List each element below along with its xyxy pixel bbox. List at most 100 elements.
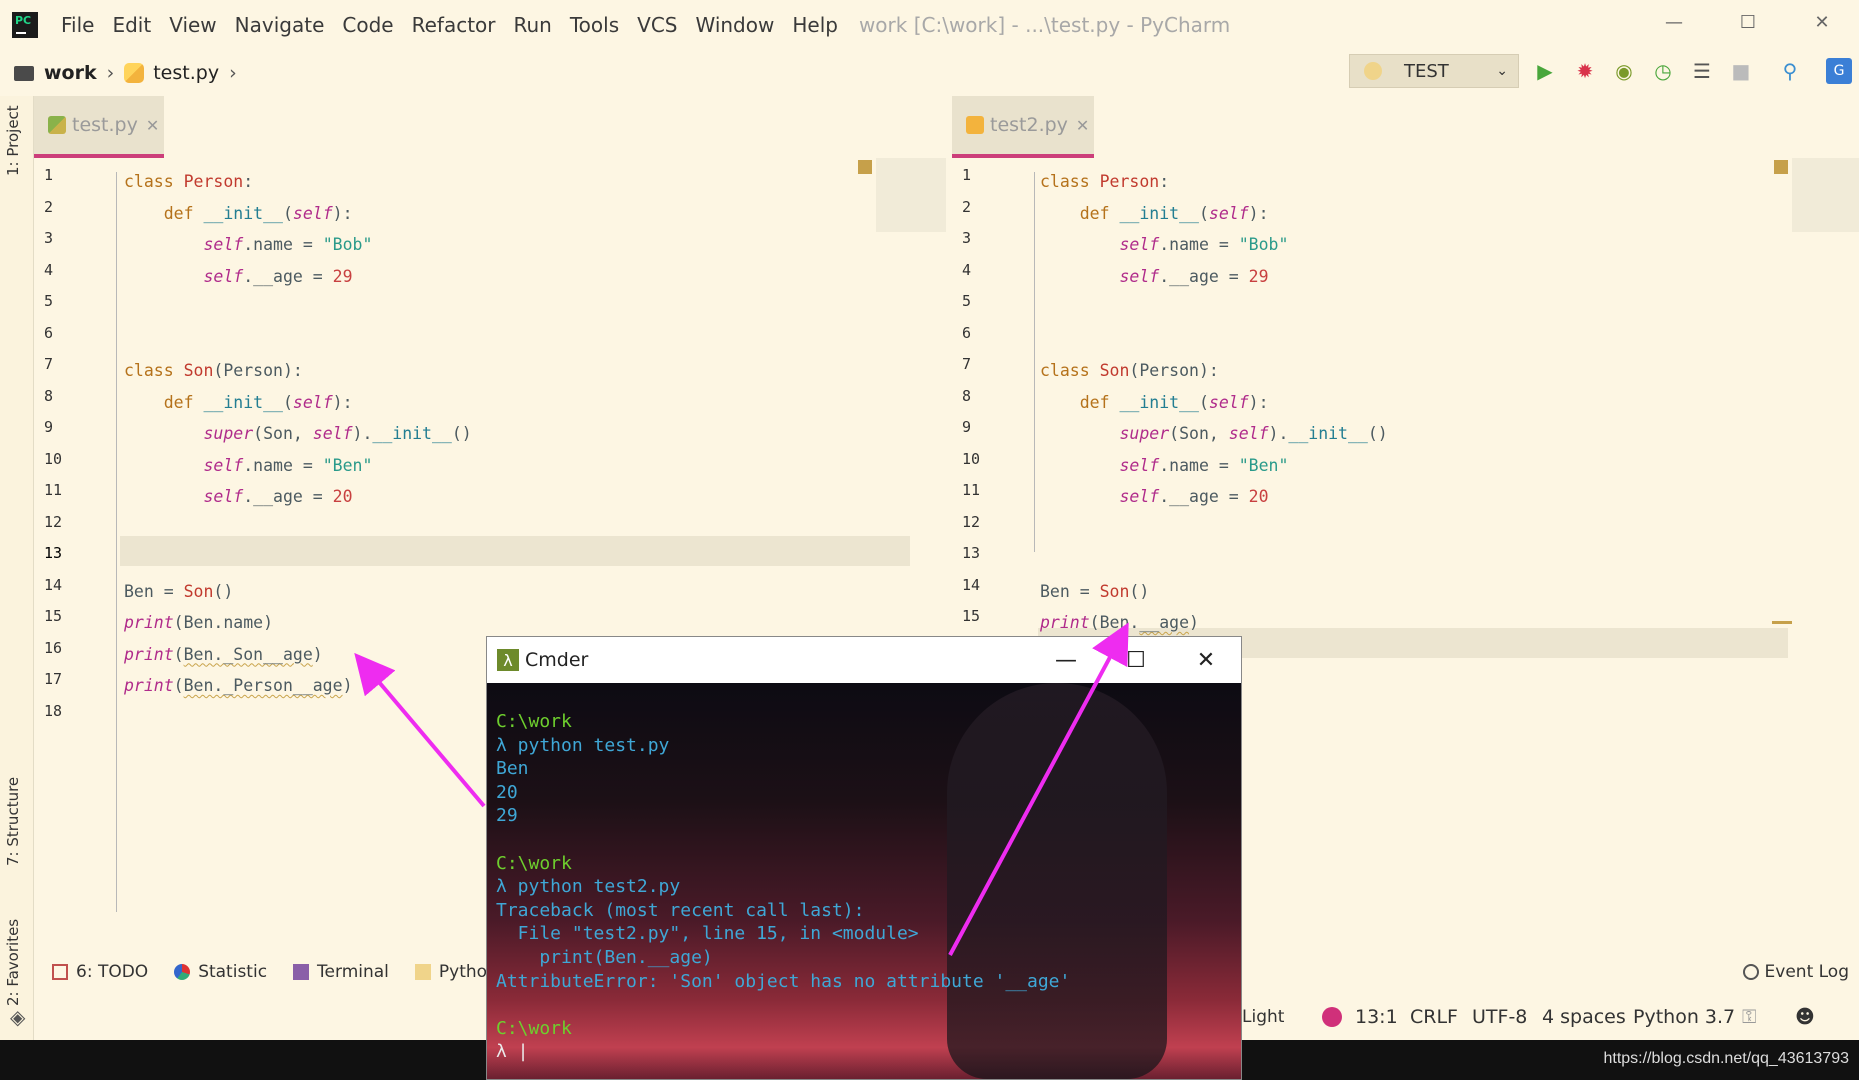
cmder-titlebar: λ Cmder — ☐ ✕ bbox=[487, 637, 1241, 683]
menu-tools[interactable]: Tools bbox=[561, 13, 628, 37]
todo-icon bbox=[52, 964, 68, 980]
menu-file[interactable]: File bbox=[52, 13, 103, 37]
search-icon[interactable]: ⚲ bbox=[1777, 58, 1803, 84]
run-config-icon bbox=[1364, 62, 1382, 80]
line-number: 13 bbox=[44, 544, 63, 562]
tab-test-py[interactable]: test.py ✕ bbox=[34, 96, 164, 158]
project-tool-tab[interactable]: 1: Project bbox=[4, 105, 22, 176]
tab-test2-py[interactable]: test2.py ✕ bbox=[952, 96, 1094, 158]
line-number: 15 bbox=[962, 607, 981, 625]
menu-help[interactable]: Help bbox=[783, 13, 847, 37]
run-icon[interactable]: ▶ bbox=[1532, 58, 1558, 84]
warning-marker[interactable] bbox=[1772, 621, 1792, 624]
console-line: λ | bbox=[496, 1041, 529, 1063]
fold-guide bbox=[116, 172, 117, 912]
maximize-icon[interactable]: ☐ bbox=[1101, 648, 1171, 673]
terminal-icon bbox=[293, 964, 310, 980]
theme-label[interactable]: Light bbox=[1242, 1007, 1284, 1027]
line-number: 1 bbox=[962, 166, 972, 184]
run-config-label: TEST bbox=[1404, 60, 1449, 82]
statistic-tab[interactable]: Statistic bbox=[174, 962, 267, 982]
profile-icon[interactable]: ◷ bbox=[1650, 58, 1676, 84]
line-number: 4 bbox=[962, 260, 972, 279]
menu-refactor[interactable]: Refactor bbox=[403, 13, 505, 37]
line-number: 10 bbox=[962, 449, 981, 468]
console-line: 29 bbox=[496, 805, 518, 827]
lock-icon[interactable]: ⚿ bbox=[1742, 1006, 1756, 1028]
line-number: 2 bbox=[962, 197, 972, 216]
console-line: C:\work bbox=[496, 1017, 572, 1039]
todo-tab[interactable]: 6: TODO bbox=[52, 962, 148, 982]
console-line: λ python test2.py bbox=[496, 876, 681, 898]
run-configuration-select[interactable]: TEST ⌄ bbox=[1349, 54, 1519, 88]
translate-icon[interactable]: G bbox=[1826, 58, 1852, 84]
window-controls: — ☐ ✕ bbox=[1637, 0, 1859, 44]
console-line: Ben bbox=[496, 758, 529, 780]
indent-setting[interactable]: 4 spaces bbox=[1542, 1006, 1626, 1028]
console-line: print(Ben.__age) bbox=[496, 947, 713, 968]
line-number: 11 bbox=[962, 481, 981, 499]
minimize-icon[interactable]: — bbox=[1031, 648, 1101, 673]
menu-run[interactable]: Run bbox=[505, 13, 561, 37]
terminal-tab[interactable]: Terminal bbox=[293, 962, 389, 982]
menu-window[interactable]: Window bbox=[686, 13, 783, 37]
event-log-icon bbox=[1742, 964, 1759, 980]
python-file-icon bbox=[48, 116, 66, 134]
line-number: 2 bbox=[44, 197, 54, 216]
close-icon[interactable]: ✕ bbox=[1785, 12, 1859, 33]
menu-edit[interactable]: Edit bbox=[103, 13, 160, 37]
event-log-label: Event Log bbox=[1764, 962, 1849, 982]
code-area[interactable]: class Person: def __init__(self): self.n… bbox=[1040, 166, 1388, 639]
line-number: 15 bbox=[44, 607, 63, 625]
line-number: 9 bbox=[44, 418, 54, 436]
stop-icon[interactable]: ■ bbox=[1728, 58, 1754, 84]
chevron-right-icon: › bbox=[229, 62, 237, 84]
coverage-icon[interactable]: ◉ bbox=[1611, 58, 1637, 84]
caret-position[interactable]: 13:1 bbox=[1355, 1006, 1398, 1028]
structure-tool-tab[interactable]: 7: Structure bbox=[4, 777, 22, 866]
file-encoding[interactable]: UTF-8 bbox=[1472, 1006, 1527, 1028]
inspection-indicator[interactable] bbox=[1774, 160, 1788, 174]
line-number: 4 bbox=[44, 260, 54, 279]
breadcrumb-file[interactable]: test.py bbox=[153, 62, 219, 84]
run-concurrency-icon[interactable]: ☰ bbox=[1689, 58, 1715, 84]
menu-vcs[interactable]: VCS bbox=[628, 13, 686, 37]
left-tool-strip: 1: Project 7: Structure 2: Favorites bbox=[0, 96, 34, 1040]
inspector-icon[interactable]: ☻ bbox=[1795, 1006, 1815, 1028]
line-number: 12 bbox=[44, 512, 63, 531]
cmder-window-controls: — ☐ ✕ bbox=[1031, 637, 1241, 683]
line-number: 14 bbox=[44, 575, 63, 594]
menu-navigate[interactable]: Navigate bbox=[226, 13, 334, 37]
maximize-icon[interactable]: ☐ bbox=[1711, 12, 1785, 33]
minimize-icon[interactable]: — bbox=[1637, 12, 1711, 33]
code-area[interactable]: class Person: def __init__(self): self.n… bbox=[124, 166, 472, 702]
inspection-indicator[interactable] bbox=[858, 160, 872, 174]
close-icon[interactable]: ✕ bbox=[1171, 648, 1241, 673]
console-line: 20 bbox=[496, 781, 518, 803]
menu-view[interactable]: View bbox=[160, 13, 225, 37]
line-number: 3 bbox=[44, 229, 54, 247]
background-artwork bbox=[947, 683, 1167, 1079]
layers-icon[interactable]: ◈ bbox=[10, 1005, 25, 1029]
close-tab-icon[interactable]: ✕ bbox=[146, 116, 159, 135]
line-number: 10 bbox=[44, 449, 63, 468]
right-editor-tabs: test2.py ✕ bbox=[952, 96, 1859, 158]
event-log-tab[interactable]: Event Log bbox=[1742, 962, 1849, 982]
console-line: C:\work bbox=[496, 852, 572, 874]
cmder-console[interactable]: C:\work λ python test.py Ben 20 29 C:\work λ p… bbox=[487, 683, 1241, 1079]
tab-label: test.py bbox=[72, 114, 138, 136]
breadcrumb-project[interactable]: work bbox=[44, 62, 97, 84]
menu-code[interactable]: Code bbox=[333, 13, 402, 37]
line-separator[interactable]: CRLF bbox=[1410, 1006, 1458, 1028]
line-number: 13 bbox=[962, 544, 981, 562]
line-number: 8 bbox=[962, 386, 972, 405]
python-console-icon bbox=[414, 964, 431, 980]
favorites-tool-tab[interactable]: 2: Favorites bbox=[4, 919, 22, 1006]
line-number: 5 bbox=[44, 292, 54, 310]
python-file-icon bbox=[124, 63, 145, 83]
chevron-down-icon: ⌄ bbox=[1496, 63, 1508, 79]
debug-icon[interactable]: ✹ bbox=[1572, 58, 1598, 84]
interpreter[interactable]: Python 3.7 bbox=[1633, 1006, 1735, 1028]
close-tab-icon[interactable]: ✕ bbox=[1076, 116, 1089, 135]
todo-label: 6: TODO bbox=[76, 962, 149, 982]
